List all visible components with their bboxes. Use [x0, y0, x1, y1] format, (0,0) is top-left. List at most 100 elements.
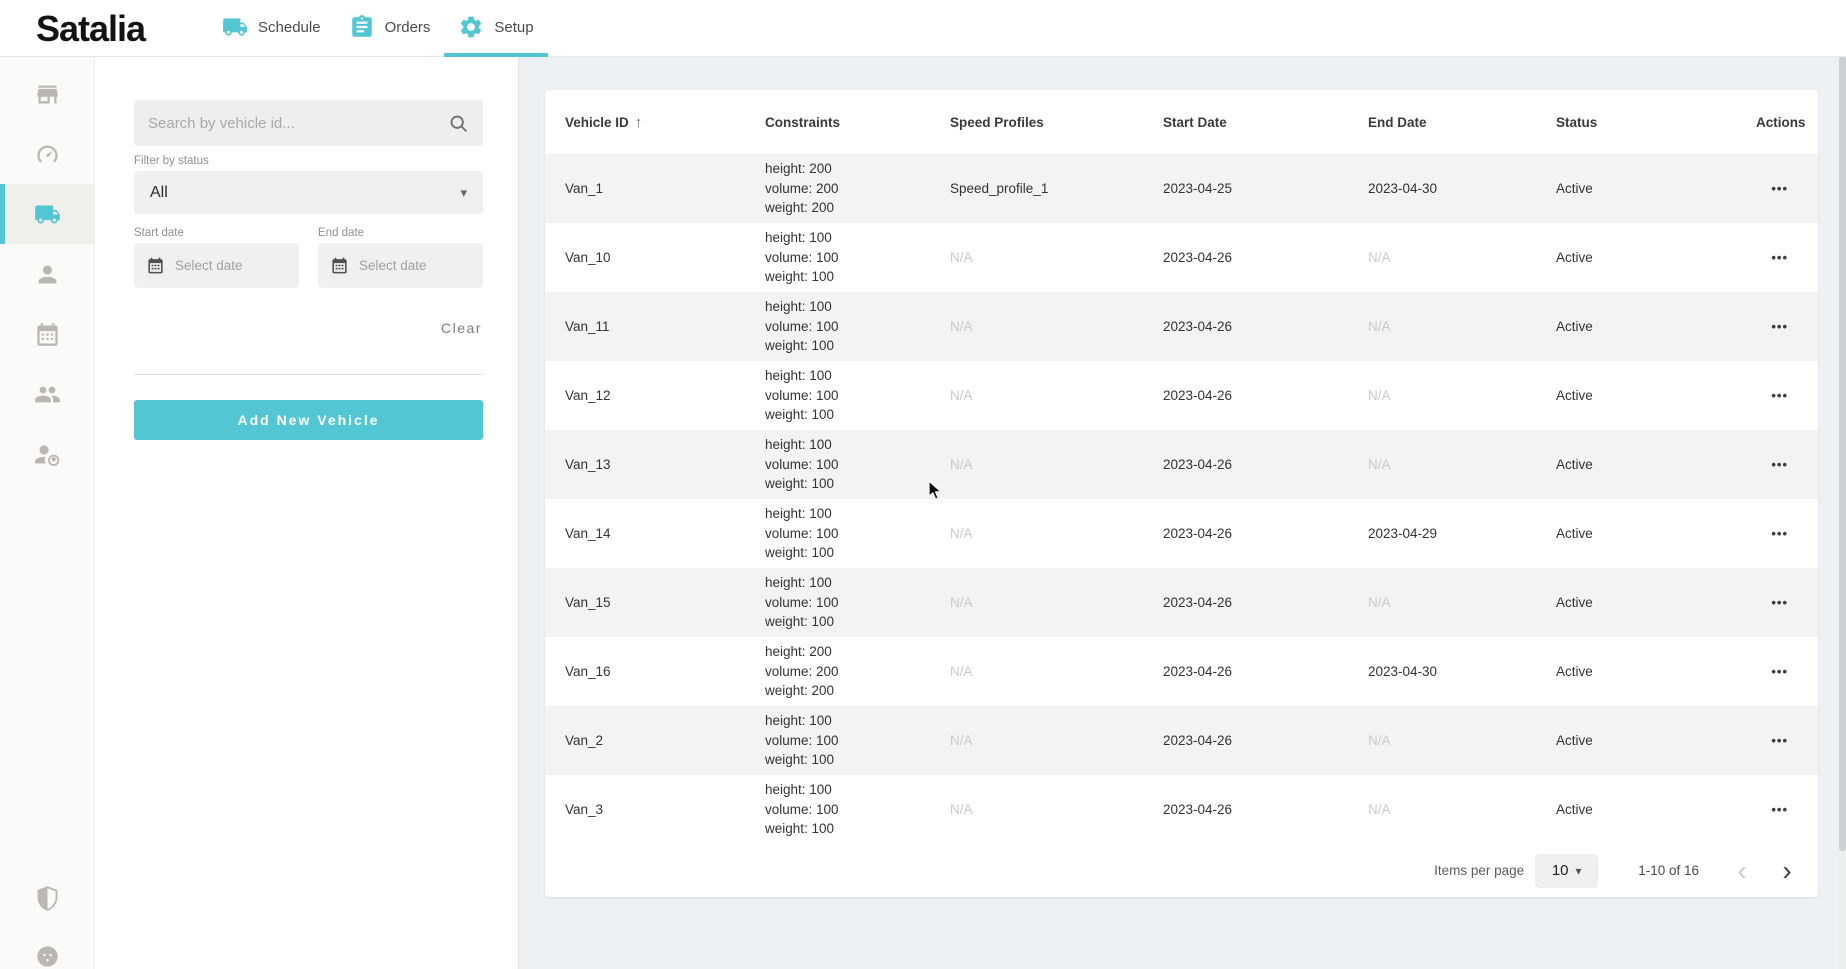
constraint-volume: volume: 100 — [765, 455, 930, 475]
sidebar-item-drivers[interactable] — [0, 244, 95, 304]
table-row[interactable]: Van_3 height: 100 volume: 100 weight: 10… — [545, 775, 1818, 844]
scrollbar-track[interactable] — [1839, 57, 1846, 969]
constraint-height: height: 100 — [765, 780, 930, 800]
sidebar-item-privacy[interactable] — [0, 868, 95, 928]
cell-constraints: height: 200 volume: 200 weight: 200 — [745, 159, 930, 218]
shield-icon — [34, 885, 61, 912]
pagination-bar: Items per page 10 ▾ 1-10 of 16 ‹ › — [545, 844, 1818, 897]
constraint-height: height: 200 — [765, 159, 930, 179]
cell-end-date: 2023-04-30 — [1348, 181, 1536, 196]
cell-end-date: N/A — [1348, 802, 1536, 817]
table-row[interactable]: Van_11 height: 100 volume: 100 weight: 1… — [545, 292, 1818, 361]
row-actions-button[interactable]: ••• — [1736, 802, 1818, 817]
panel-divider — [134, 374, 483, 375]
cell-end-date: N/A — [1348, 595, 1536, 610]
cell-speed-profile: N/A — [930, 802, 1143, 817]
cell-start-date: 2023-04-26 — [1143, 595, 1348, 610]
cell-speed-profile: N/A — [930, 388, 1143, 403]
sidebar-item-teams[interactable] — [0, 364, 95, 424]
cell-status: Active — [1536, 388, 1736, 403]
sidebar-item-dashboard[interactable] — [0, 124, 95, 184]
sidebar-item-support[interactable] — [0, 926, 95, 969]
row-actions-button[interactable]: ••• — [1736, 664, 1818, 679]
cell-speed-profile: N/A — [930, 526, 1143, 541]
previous-page-button[interactable]: ‹ — [1725, 854, 1759, 888]
cell-constraints: height: 100 volume: 100 weight: 100 — [745, 228, 930, 287]
scrollbar-thumb[interactable] — [1839, 57, 1846, 851]
cell-start-date: 2023-04-26 — [1143, 319, 1348, 334]
table-row[interactable]: Van_14 height: 100 volume: 100 weight: 1… — [545, 499, 1818, 568]
constraint-volume: volume: 200 — [765, 179, 930, 199]
constraint-height: height: 100 — [765, 228, 930, 248]
nav-orders-label: Orders — [385, 17, 431, 36]
constraint-height: height: 100 — [765, 504, 930, 524]
row-actions-button[interactable]: ••• — [1736, 250, 1818, 265]
table-row[interactable]: Van_1 height: 200 volume: 200 weight: 20… — [545, 154, 1818, 223]
cell-status: Active — [1536, 319, 1736, 334]
end-date-picker[interactable]: Select date — [318, 243, 483, 288]
filter-panel: Filter by status All ▾ Start date End da… — [95, 57, 519, 969]
sidebar-item-vehicles[interactable] — [0, 184, 95, 244]
column-header-speed-profiles: Speed Profiles — [930, 115, 1143, 130]
sidebar-item-user-settings[interactable] — [0, 424, 95, 484]
app-logo[interactable]: Satalia — [36, 8, 145, 50]
constraint-height: height: 100 — [765, 573, 930, 593]
column-header-vehicle-id[interactable]: Vehicle ID↑ — [545, 114, 745, 131]
add-new-vehicle-button[interactable]: Add New Vehicle — [134, 400, 483, 440]
table-row[interactable]: Van_16 height: 200 volume: 200 weight: 2… — [545, 637, 1818, 706]
search-input[interactable] — [148, 115, 448, 132]
cell-constraints: height: 100 volume: 100 weight: 100 — [745, 573, 930, 632]
constraint-weight: weight: 100 — [765, 267, 930, 287]
nav-schedule[interactable]: Schedule — [208, 0, 335, 57]
constraint-height: height: 100 — [765, 297, 930, 317]
sidebar-item-calendar[interactable] — [0, 304, 95, 364]
constraint-weight: weight: 100 — [765, 819, 930, 839]
table-row[interactable]: Van_13 height: 100 volume: 100 weight: 1… — [545, 430, 1818, 499]
start-date-picker[interactable]: Select date — [134, 243, 299, 288]
items-per-page-select[interactable]: 10 ▾ — [1535, 854, 1598, 888]
cell-vehicle-id: Van_10 — [545, 250, 745, 265]
cell-vehicle-id: Van_3 — [545, 802, 745, 817]
row-actions-button[interactable]: ••• — [1736, 595, 1818, 610]
status-filter-value: All — [150, 184, 460, 202]
table-row[interactable]: Van_2 height: 100 volume: 100 weight: 10… — [545, 706, 1818, 775]
nav-orders[interactable]: Orders — [335, 0, 445, 57]
driver-icon — [34, 261, 61, 288]
clear-filters-button[interactable]: Clear — [441, 320, 482, 336]
cell-start-date: 2023-04-26 — [1143, 457, 1348, 472]
pagination-range-label: 1-10 of 16 — [1638, 863, 1699, 878]
constraint-height: height: 200 — [765, 642, 930, 662]
sidebar-item-depots[interactable] — [0, 64, 95, 124]
constraint-weight: weight: 100 — [765, 750, 930, 770]
cell-constraints: height: 100 volume: 100 weight: 100 — [745, 711, 930, 770]
status-filter-select[interactable]: All ▾ — [134, 171, 483, 214]
table-row[interactable]: Van_10 height: 100 volume: 100 weight: 1… — [545, 223, 1818, 292]
row-actions-button[interactable]: ••• — [1736, 457, 1818, 472]
cell-status: Active — [1536, 181, 1736, 196]
nav-setup[interactable]: Setup — [444, 0, 547, 57]
column-header-status: Status — [1536, 115, 1736, 130]
clipboard-icon — [349, 14, 375, 40]
end-date-label: End date — [318, 227, 364, 239]
vehicle-id-header-label: Vehicle ID — [565, 115, 629, 130]
row-actions-button[interactable]: ••• — [1736, 733, 1818, 748]
row-actions-button[interactable]: ••• — [1736, 526, 1818, 541]
row-actions-button[interactable]: ••• — [1736, 181, 1818, 196]
table-row[interactable]: Van_12 height: 100 volume: 100 weight: 1… — [545, 361, 1818, 430]
top-bar: Satalia Schedule Orders Setup Depot_Lond… — [0, 0, 1846, 57]
row-actions-button[interactable]: ••• — [1736, 388, 1818, 403]
cell-status: Active — [1536, 250, 1736, 265]
constraint-volume: volume: 100 — [765, 386, 930, 406]
calendar-icon — [146, 256, 165, 275]
table-row[interactable]: Van_15 height: 100 volume: 100 weight: 1… — [545, 568, 1818, 637]
row-actions-button[interactable]: ••• — [1736, 319, 1818, 334]
next-page-button[interactable]: › — [1770, 854, 1804, 888]
vehicle-search[interactable] — [134, 100, 483, 146]
support-icon — [34, 943, 61, 969]
cell-speed-profile: N/A — [930, 595, 1143, 610]
search-icon — [448, 113, 469, 134]
cell-constraints: height: 100 volume: 100 weight: 100 — [745, 780, 930, 839]
constraint-volume: volume: 100 — [765, 731, 930, 751]
vehicles-table-card: Vehicle ID↑ Constraints Speed Profiles S… — [545, 90, 1818, 897]
cell-constraints: height: 100 volume: 100 weight: 100 — [745, 297, 930, 356]
